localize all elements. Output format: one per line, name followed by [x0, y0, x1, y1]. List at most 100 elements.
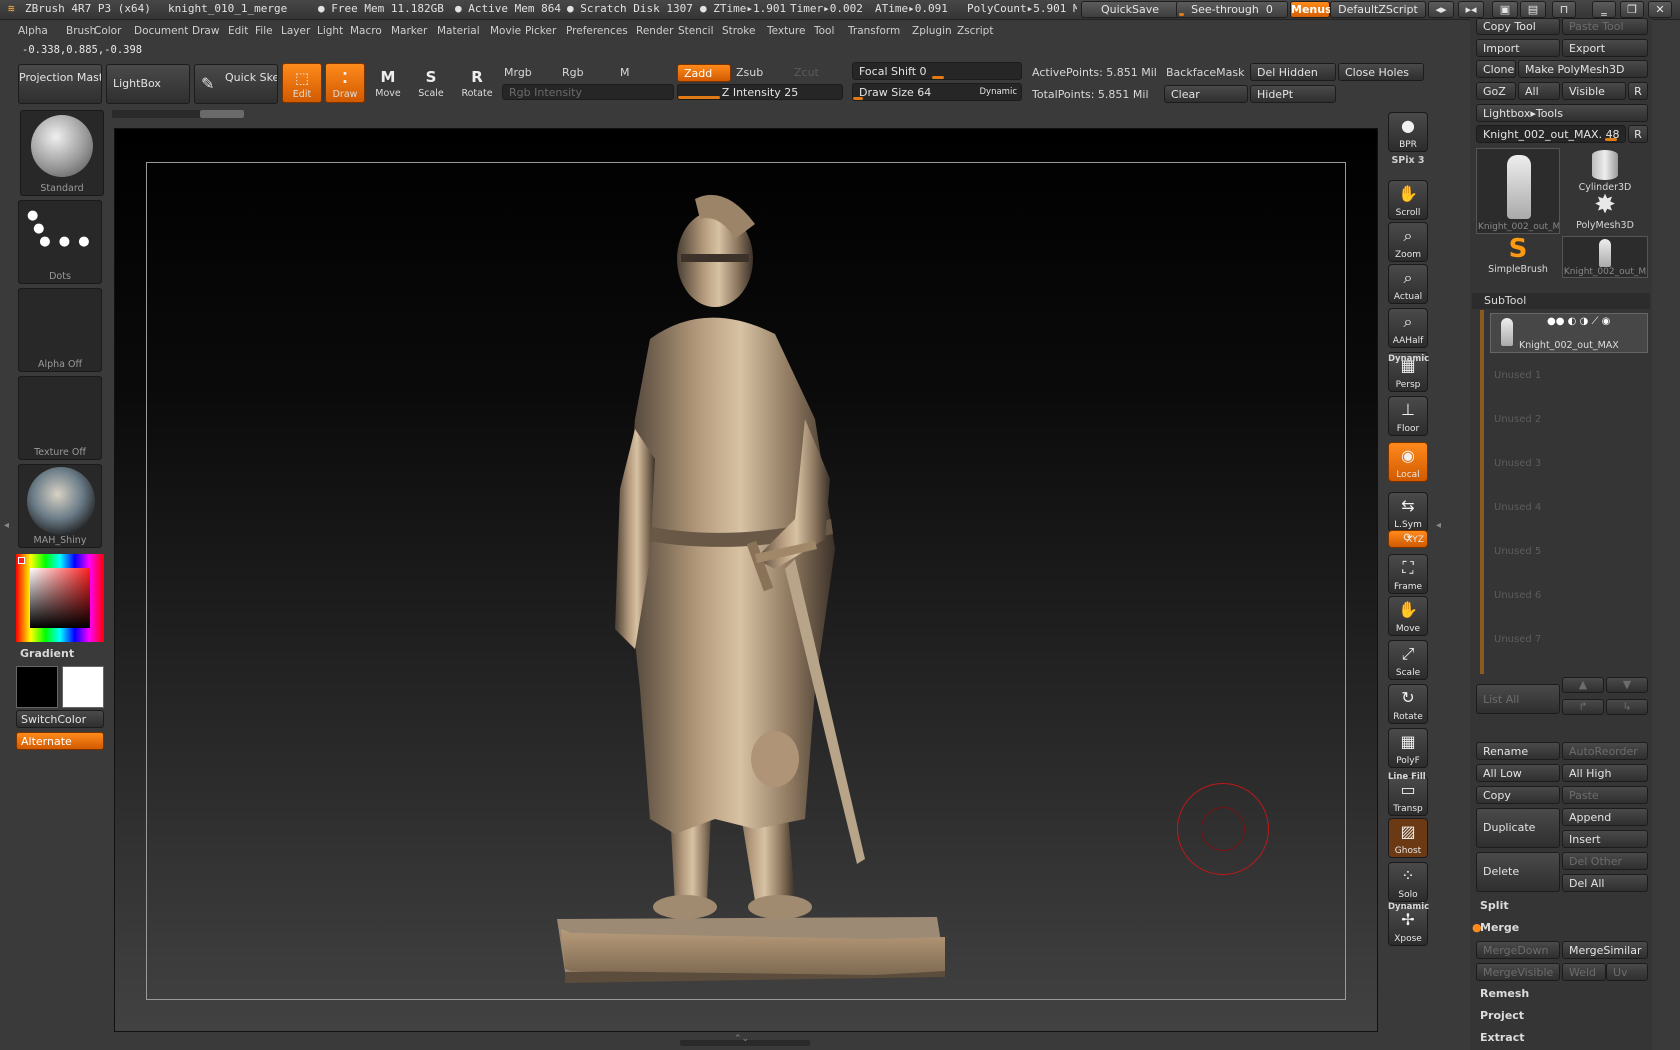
- material-thumbnail[interactable]: MAH_Shiny: [18, 464, 102, 548]
- tool-frame[interactable]: ⛶ Frame: [1388, 554, 1428, 594]
- goz-r-button[interactable]: R: [1628, 82, 1648, 100]
- scale-button[interactable]: S Scale: [411, 63, 451, 103]
- subtool-unused-slot[interactable]: Unused 3: [1480, 444, 1650, 482]
- subtool-active-item[interactable]: ●● ◐ ◑ ⟋ ◉ Knight_002_out_MAX: [1490, 313, 1648, 353]
- del-all-button[interactable]: Del All: [1562, 874, 1648, 892]
- goz-all-button[interactable]: All: [1518, 82, 1560, 100]
- default-zscript-button[interactable]: DefaultZScript: [1330, 1, 1426, 18]
- menu-item[interactable]: Texture: [767, 25, 805, 37]
- color-square[interactable]: [30, 568, 90, 628]
- menus-button[interactable]: Menus: [1290, 1, 1332, 18]
- menu-item[interactable]: Alpha: [18, 25, 48, 37]
- zsub-button[interactable]: Zsub: [736, 66, 763, 79]
- menu-item[interactable]: Marker: [391, 25, 427, 37]
- tool-polyf[interactable]: ▦ PolyF: [1388, 728, 1428, 768]
- menu-item[interactable]: Preferences: [566, 25, 628, 37]
- del-hidden-button[interactable]: Del Hidden: [1250, 63, 1336, 81]
- focal-shift-slider[interactable]: Focal Shift 0: [852, 62, 1022, 80]
- rgb-button[interactable]: Rgb: [562, 66, 584, 79]
- zadd-button[interactable]: Zadd: [677, 64, 731, 82]
- mergesimilar-button[interactable]: MergeSimilar: [1562, 941, 1648, 959]
- brush-thumbnail[interactable]: Standard: [20, 110, 104, 196]
- menu-item[interactable]: Stroke: [722, 25, 755, 37]
- move-down-arrow-icon[interactable]: ▼: [1606, 677, 1648, 693]
- menu-item[interactable]: Edit: [228, 25, 248, 37]
- paste-tool-button[interactable]: Paste Tool: [1562, 18, 1648, 35]
- tool-scale[interactable]: ⤢ Scale: [1388, 640, 1428, 680]
- list-all-button[interactable]: List All: [1476, 684, 1560, 714]
- tool-scroll[interactable]: ✋ Scroll: [1388, 180, 1428, 220]
- all-low-button[interactable]: All Low: [1476, 764, 1560, 782]
- gradient-label[interactable]: Gradient: [20, 647, 74, 660]
- menu-item[interactable]: Tool: [814, 25, 834, 37]
- move-button[interactable]: M Move: [368, 63, 408, 103]
- mrgb-button[interactable]: Mrgb: [504, 66, 532, 79]
- menu-item[interactable]: Zplugin: [912, 25, 952, 37]
- secondary-color-swatch[interactable]: [62, 666, 104, 708]
- backface-mask-button[interactable]: BackfaceMask: [1166, 66, 1244, 79]
- right-tray-arrow-icon[interactable]: ◂: [1436, 520, 1441, 531]
- subtool-unused-slot[interactable]: Unused 2: [1480, 400, 1650, 438]
- current-tool-slider[interactable]: Knight_002_out_MAX. 48: [1476, 125, 1626, 143]
- move-up-arrow-icon[interactable]: ▲: [1562, 677, 1604, 693]
- move-up-step-arrow-icon[interactable]: ↱: [1562, 699, 1604, 715]
- tool-floor[interactable]: ⊥ Floor: [1388, 396, 1428, 436]
- menu-item[interactable]: Material: [437, 25, 480, 37]
- left-tray-arrow-icon[interactable]: ◂: [4, 520, 9, 531]
- remesh-section[interactable]: Remesh: [1472, 986, 1650, 1002]
- subtool-header[interactable]: SubTool: [1472, 293, 1650, 309]
- menu-item[interactable]: Movie: [490, 25, 521, 37]
- tool-thumb-simplebrush[interactable]: S SimpleBrush: [1476, 236, 1560, 278]
- draw-size-slider[interactable]: Draw Size 64 Dynamic: [852, 83, 1022, 101]
- delete-button[interactable]: Delete: [1476, 852, 1560, 892]
- make-polymesh3d-button[interactable]: Make PolyMesh3D: [1518, 60, 1648, 78]
- draw-button[interactable]: ⁚ Draw: [325, 63, 365, 103]
- lightbox-button[interactable]: LightBox: [106, 64, 190, 104]
- goz-button[interactable]: GoZ: [1476, 82, 1516, 100]
- minimize-icon[interactable]: ‗: [1592, 1, 1616, 18]
- stroke-thumbnail[interactable]: ● ● ● ● ● Dots: [18, 200, 102, 284]
- goz-visible-button[interactable]: Visible: [1562, 82, 1626, 100]
- subtool-unused-slot[interactable]: Unused 7: [1480, 620, 1650, 658]
- save-ui-icon[interactable]: ▣: [1492, 1, 1518, 18]
- move-down-step-arrow-icon[interactable]: ↳: [1606, 699, 1648, 715]
- subtool-unused-slot[interactable]: Unused 6: [1480, 576, 1650, 614]
- menu-item[interactable]: Layer: [281, 25, 310, 37]
- bottom-shelf-handle[interactable]: ⌃⌄: [680, 1034, 810, 1046]
- import-button[interactable]: Import: [1476, 39, 1560, 57]
- menu-item[interactable]: Picker: [525, 25, 556, 37]
- layout-left-icon[interactable]: ◂▸: [1428, 1, 1454, 18]
- duplicate-button[interactable]: Duplicate: [1476, 808, 1560, 848]
- current-tool-r-button[interactable]: R: [1628, 125, 1648, 143]
- load-ui-icon[interactable]: ▤: [1520, 1, 1546, 18]
- menu-item[interactable]: Color: [94, 25, 121, 37]
- tool-actual[interactable]: ⌕ Actual: [1388, 264, 1428, 304]
- tool-transp[interactable]: ▭ Transp: [1388, 776, 1428, 816]
- split-section[interactable]: Split: [1472, 898, 1650, 914]
- mergedown-button[interactable]: MergeDown: [1476, 941, 1560, 959]
- edit-button[interactable]: ⬚ Edit: [282, 63, 322, 103]
- horizontal-scrollbar[interactable]: [112, 110, 244, 118]
- subtool-unused-slot[interactable]: Unused 4: [1480, 488, 1650, 526]
- projection-master-button[interactable]: Projection Master: [18, 64, 102, 104]
- rename-button[interactable]: Rename: [1476, 742, 1560, 760]
- layout-right-icon[interactable]: ▸◂: [1458, 1, 1484, 18]
- quicksave-button[interactable]: QuickSave: [1081, 1, 1179, 18]
- quick-sketch-button[interactable]: ✎ Quick Sketch: [194, 64, 278, 104]
- menu-item[interactable]: Document: [134, 25, 188, 37]
- color-picker[interactable]: [16, 554, 104, 642]
- insert-button[interactable]: Insert: [1562, 830, 1648, 848]
- tool-solo[interactable]: ⁘ Solo: [1388, 862, 1428, 902]
- texture-thumbnail[interactable]: Texture Off: [18, 376, 102, 460]
- alternate-button[interactable]: Alternate: [16, 732, 104, 750]
- switchcolor-button[interactable]: SwitchColor: [16, 710, 104, 728]
- menu-item[interactable]: Light: [317, 25, 343, 37]
- tool-xpose[interactable]: ✢ Xpose: [1388, 906, 1428, 946]
- z-intensity-slider[interactable]: Z Intensity 25: [677, 84, 843, 100]
- zcut-button[interactable]: Zcut: [794, 66, 819, 79]
- tool-thumb-cylinder[interactable]: Cylinder3D: [1562, 148, 1648, 193]
- tool-rotate[interactable]: ↻ Rotate: [1388, 684, 1428, 724]
- merge-section[interactable]: ● Merge: [1472, 920, 1650, 936]
- subtool-unused-slot[interactable]: Unused 5: [1480, 532, 1650, 570]
- alpha-thumbnail[interactable]: Alpha Off: [18, 288, 102, 372]
